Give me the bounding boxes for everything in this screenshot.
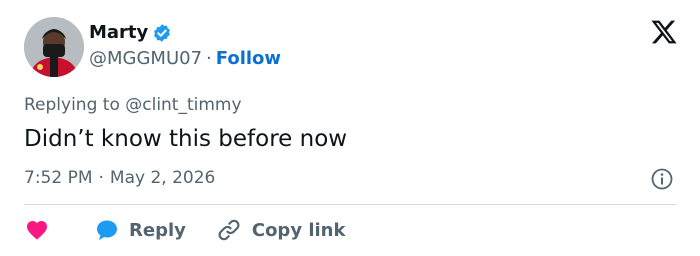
tweet-text: Didn’t know this before now [24, 126, 348, 152]
divider [24, 204, 676, 205]
avatar[interactable] [24, 17, 84, 77]
author-handle-row: @MGGMU07 · Follow [89, 47, 281, 71]
heart-icon [27, 221, 47, 240]
follow-button[interactable]: Follow [216, 47, 281, 71]
tweet-time[interactable]: 7:52 PM [24, 166, 93, 190]
x-logo-icon[interactable] [650, 18, 678, 46]
handle-separator: · [206, 48, 212, 69]
author-name-row[interactable]: Marty [89, 21, 172, 45]
tweet-date[interactable]: May 2, 2026 [110, 166, 215, 190]
reply-label: Reply [129, 219, 186, 241]
reply-button[interactable]: Reply [94, 218, 186, 242]
replying-to[interactable]: Replying to @clint_timmy [24, 93, 242, 117]
tweet-timestamp[interactable]: 7:52 PM · May 2, 2026 [24, 166, 215, 190]
copy-link-button[interactable]: Copy link [216, 217, 346, 243]
timestamp-separator: · [98, 168, 104, 188]
avatar-image [24, 17, 84, 77]
author-name[interactable]: Marty [89, 21, 148, 45]
link-icon [218, 219, 240, 241]
info-icon[interactable] [650, 167, 674, 191]
speech-bubble-icon [97, 220, 117, 240]
like-button[interactable] [24, 218, 50, 242]
copy-link-label: Copy link [251, 219, 346, 241]
verified-badge-icon [154, 24, 171, 42]
action-bar: Reply Copy link [24, 216, 345, 244]
author-handle[interactable]: @MGGMU07 [89, 47, 202, 71]
